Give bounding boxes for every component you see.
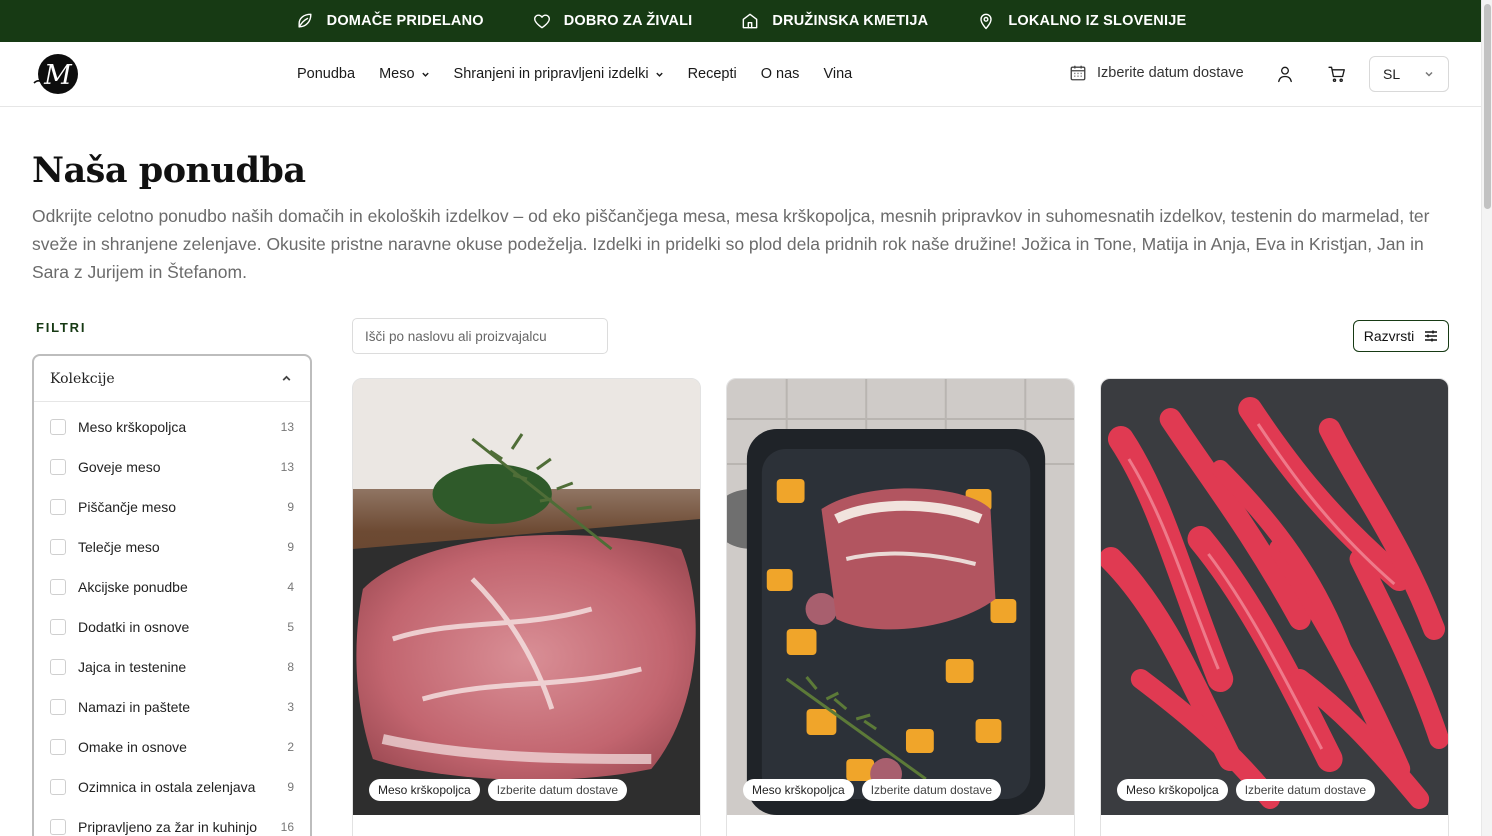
product-badges: Meso krškopoljca Izberite datum dostave	[743, 779, 1002, 801]
cart-icon	[1328, 66, 1345, 83]
filter-item[interactable]: Telečje meso 9	[34, 527, 310, 567]
language-select[interactable]: SL	[1369, 56, 1449, 92]
nav-item-vina[interactable]: Vina	[823, 66, 852, 82]
filter-item[interactable]: Pripravljeno za žar in kuhinjo 16	[34, 807, 310, 836]
main-nav: Ponudba Meso Shranjeni in pripravljeni i…	[297, 42, 852, 106]
sliders-icon	[1425, 330, 1438, 342]
filter-checkbox[interactable]	[50, 779, 66, 795]
filter-item[interactable]: Jajca in testenine 8	[34, 647, 310, 687]
product-image-pork-neck-steak[interactable]: Meso krškopoljca Izberite datum dostave	[353, 379, 700, 815]
product-badges: Meso krškopoljca Izberite datum dostave	[369, 779, 628, 801]
filter-checkbox[interactable]	[50, 819, 66, 835]
nav-item-recepti[interactable]: Recepti	[688, 66, 737, 82]
product-badges: Meso krškopoljca Izberite datum dostave	[1117, 779, 1376, 801]
delivery-badge: Izberite datum dostave	[861, 779, 1002, 801]
filter-panel: Kolekcije Meso krškopoljca 13 Goveje meso…	[32, 354, 312, 836]
chevron-down-icon	[1425, 71, 1433, 77]
home-icon	[743, 13, 758, 29]
filter-checkbox[interactable]	[50, 699, 66, 715]
heart-icon	[533, 14, 550, 29]
filter-item[interactable]: Namazi in paštete 3	[34, 687, 310, 727]
filter-item[interactable]: Meso krškopoljca 13	[34, 407, 310, 447]
user-icon	[1278, 66, 1292, 83]
delivery-label: Izberite datum dostave	[1097, 65, 1244, 81]
feature-label: DRUŽINSKA KMETIJA	[772, 13, 929, 29]
intro-text: Odkrijte celotno ponudbo naših domačih i…	[32, 206, 1430, 282]
feature-family-farm: DRUŽINSKA KMETIJA	[740, 11, 928, 31]
logo-letter: M	[43, 60, 73, 91]
announcement-bar: DOMAČE PRIDELANO DOBRO ZA ŽIVALI DRUŽINS…	[0, 0, 1481, 42]
page-scrollbar[interactable]	[1481, 0, 1492, 836]
filter-checkbox[interactable]	[50, 499, 66, 515]
filter-item[interactable]: Dodatki in osnove 5	[34, 607, 310, 647]
filter-checkbox[interactable]	[50, 739, 66, 755]
filter-item[interactable]: Ozimnica in ostala zelenjava 9	[34, 767, 310, 807]
page-title: Naša ponudba	[32, 150, 306, 191]
filter-group-toggle[interactable]: Kolekcije	[34, 356, 310, 402]
delivery-date-picker[interactable]: Izberite datum dostave	[1069, 64, 1244, 82]
site-header: M Ponudba Meso Shranjeni in pripravljeni…	[0, 42, 1481, 107]
scrollbar-thumb[interactable]	[1484, 4, 1491, 209]
logo[interactable]: M	[32, 53, 81, 95]
chevron-up-icon	[282, 375, 291, 381]
filter-list: Meso krškopoljca 13 Goveje meso 13 Piščanč…	[34, 402, 310, 836]
filter-item[interactable]: Omake in osnove 2	[34, 727, 310, 767]
product-image-pork-strips[interactable]: Meso krškopoljca Izberite datum dostave	[1101, 379, 1448, 815]
language-value: SL	[1383, 66, 1401, 82]
map-pin-icon	[980, 13, 993, 30]
filter-checkbox[interactable]	[50, 659, 66, 675]
feature-label: DOMAČE PRIDELANO	[326, 13, 484, 29]
filter-checkbox[interactable]	[50, 579, 66, 595]
chevron-down-icon	[655, 72, 663, 77]
feature-label: DOBRO ZA ŽIVALI	[563, 13, 693, 29]
chevron-down-icon	[421, 72, 429, 77]
sort-label: Razvrsti	[1363, 328, 1415, 344]
filter-checkbox[interactable]	[50, 539, 66, 555]
filter-checkbox[interactable]	[50, 459, 66, 475]
nav-item-meso[interactable]: Meso	[379, 66, 429, 82]
leaf-icon	[298, 13, 312, 28]
delivery-badge: Izberite datum dostave	[1235, 779, 1376, 801]
product-card[interactable]: Meso krškopoljca Izberite datum dostave	[1100, 378, 1449, 836]
product-image-pork-roast[interactable]: Meso krškopoljca Izberite datum dostave	[727, 379, 1074, 815]
filter-checkbox[interactable]	[50, 619, 66, 635]
feature-label: LOKALNO IZ SLOVENIJE	[1008, 13, 1187, 29]
product-card[interactable]: Meso krškopoljca Izberite datum dostave	[352, 378, 701, 836]
collection-badge: Meso krškopoljca	[1117, 779, 1228, 801]
filter-group-title: Kolekcije	[50, 370, 115, 387]
feature-local: LOKALNO IZ SLOVENIJE	[976, 11, 1186, 31]
product-card[interactable]: Meso krškopoljca Izberite datum dostave	[726, 378, 1075, 836]
account-button[interactable]	[1273, 62, 1297, 86]
feature-animal-welfare: DOBRO ZA ŽIVALI	[532, 11, 693, 31]
collection-badge: Meso krškopoljca	[743, 779, 854, 801]
filter-checkbox[interactable]	[50, 419, 66, 435]
calendar-icon	[1070, 65, 1086, 81]
collection-badge: Meso krškopoljca	[369, 779, 480, 801]
filter-item[interactable]: Piščančje meso 9	[34, 487, 310, 527]
filters-heading: FILTRI	[36, 320, 87, 335]
nav-item-o-nas[interactable]: O nas	[761, 66, 800, 82]
feature-homegrown: DOMAČE PRIDELANO	[295, 11, 484, 31]
filter-item[interactable]: Akcijske ponudbe 4	[34, 567, 310, 607]
cart-button[interactable]	[1325, 62, 1349, 86]
nav-item-shranjeni[interactable]: Shranjeni in pripravljeni izdelki	[454, 66, 664, 82]
nav-item-ponudba[interactable]: Ponudba	[297, 66, 355, 82]
search-input[interactable]	[352, 318, 608, 354]
sort-button[interactable]: Razvrsti	[1353, 320, 1449, 352]
filter-item[interactable]: Goveje meso 13	[34, 447, 310, 487]
delivery-badge: Izberite datum dostave	[487, 779, 628, 801]
